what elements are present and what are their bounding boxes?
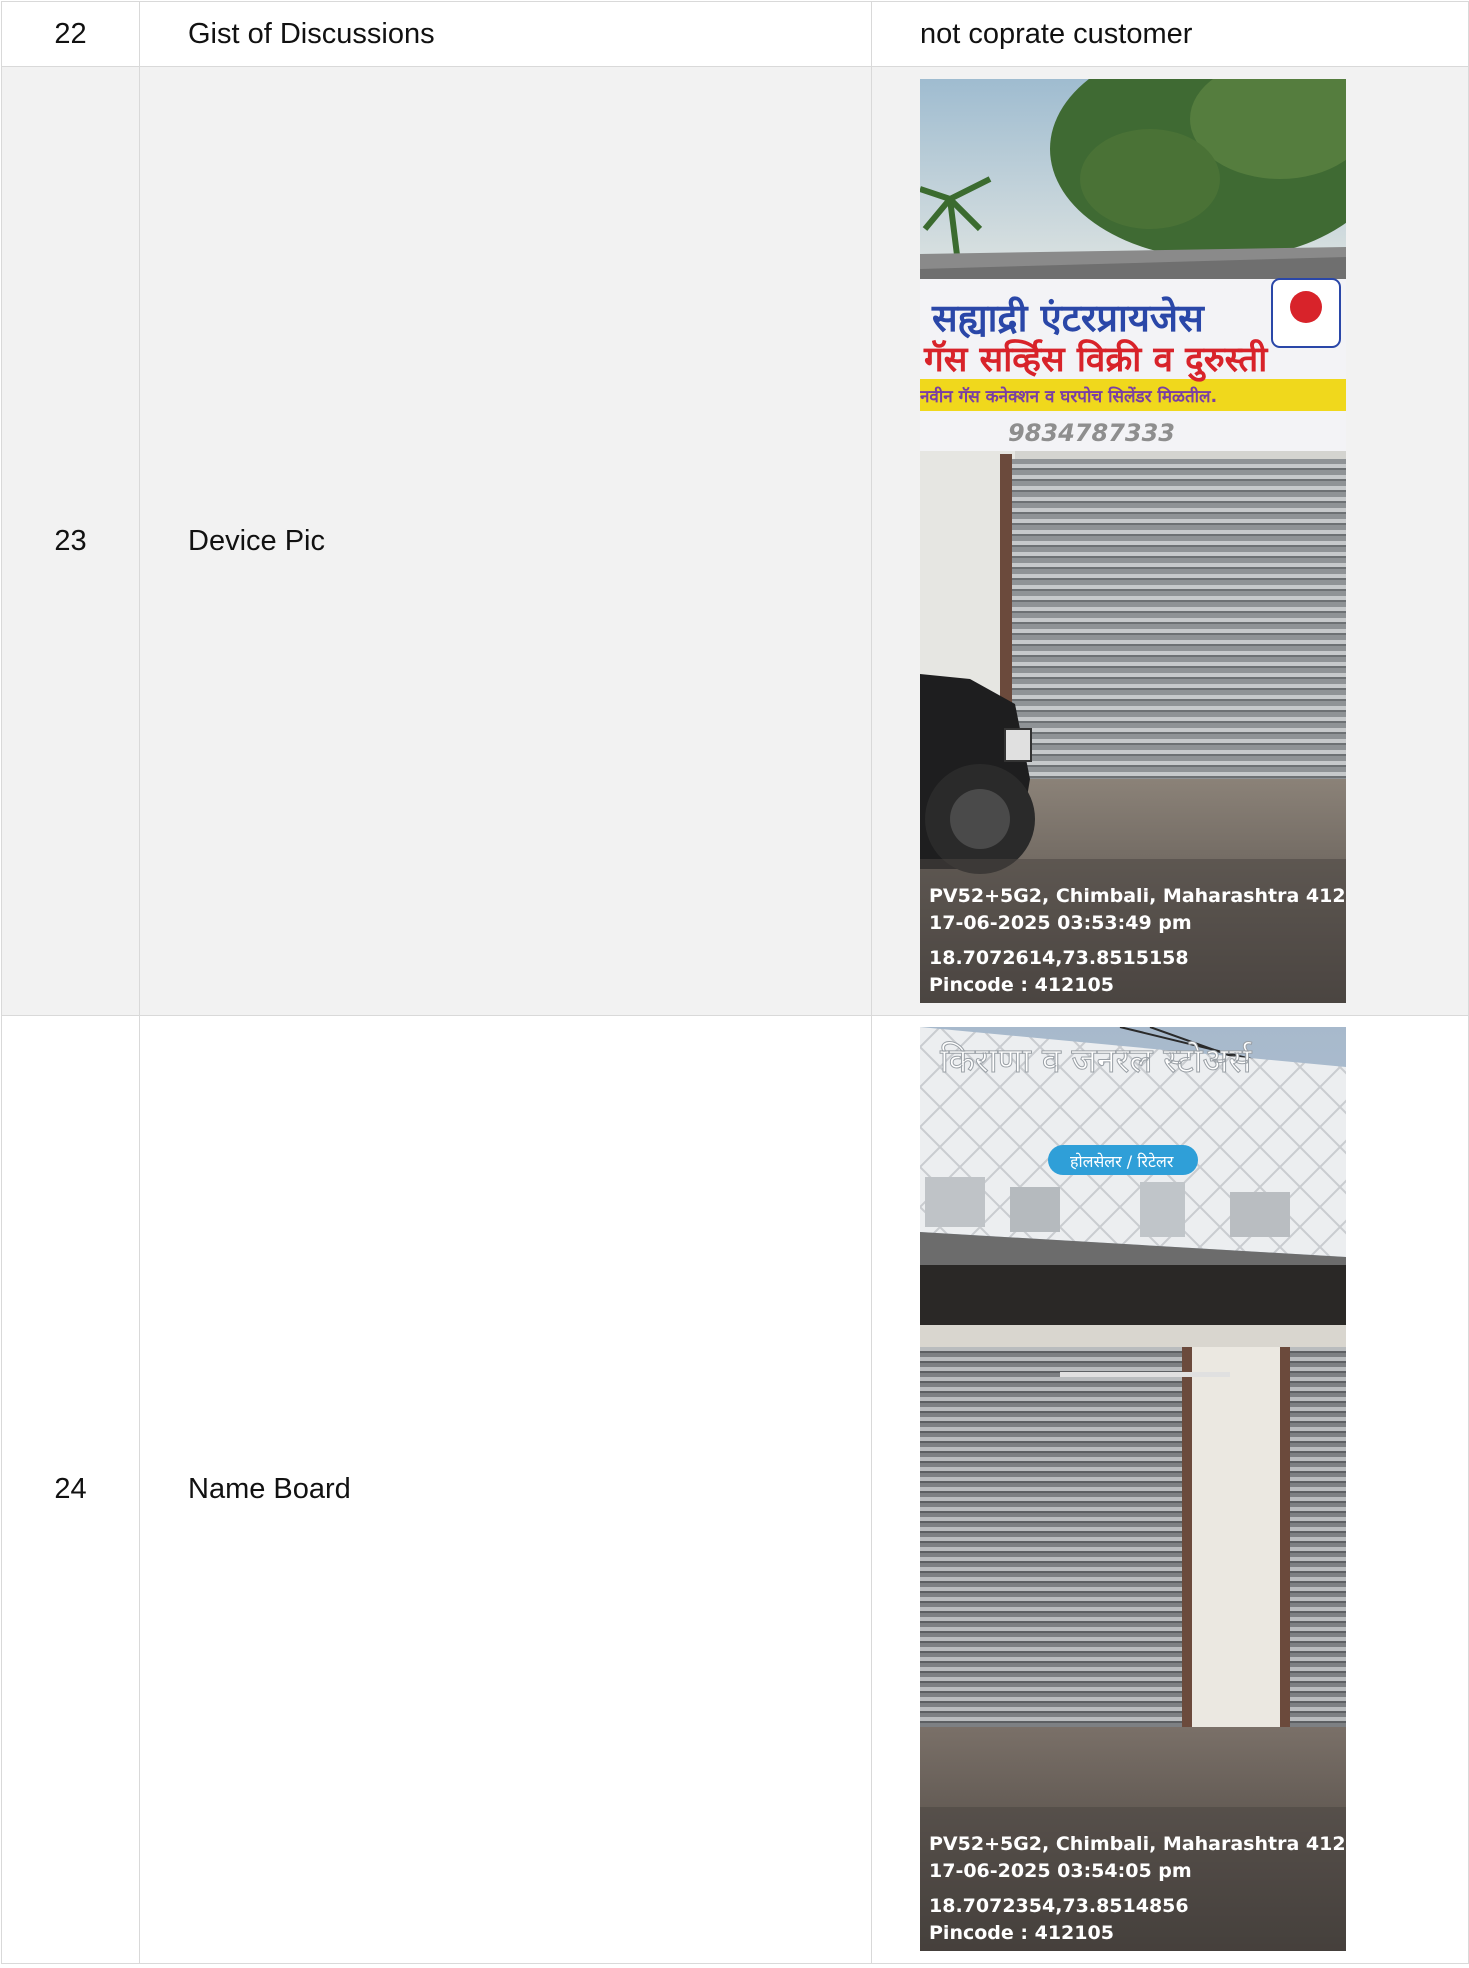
row-label: Gist of Discussions [139, 1, 872, 67]
sign-title: सह्याद्री एंटरप्रायजेस [931, 296, 1205, 340]
geotag-timestamp: 17-06-2025 03:53:49 pm [929, 912, 1192, 934]
details-table: 22 Gist of Discussions not coprate custo… [1, 1, 1469, 1964]
photo-cell: किराणा व जनरल स्टोअर्स होलसेलर / रिटेलर [871, 1015, 1469, 1964]
table-row: 22 Gist of Discussions not coprate custo… [1, 1, 1469, 67]
row-number: 23 [1, 66, 140, 1016]
geotag-timestamp: 17-06-2025 03:54:05 pm [929, 1859, 1192, 1882]
geotag-address: PV52+5G2, Chimbali, Maharashtra 412105, [929, 1832, 1346, 1855]
sign-subtitle: गॅस सर्व्हिस विक्री व दुरुस्ती [923, 339, 1269, 382]
sign-tagline: नवीन गॅस कनेक्शन व घरपोच सिलेंडर मिळतील. [920, 386, 1217, 407]
device-photo: सह्याद्री एंटरप्रायजेस गॅस सर्व्हिस विक्… [920, 79, 1346, 1003]
row-value: not coprate customer [871, 1, 1469, 67]
name-board-photo: किराणा व जनरल स्टोअर्स होलसेलर / रिटेलर [920, 1026, 1346, 1951]
table-row: 24 Name Board किराणा व जनरल स्टोअर्स होल… [1, 1015, 1469, 1964]
name-board-photo-image: किराणा व जनरल स्टोअर्स होलसेलर / रिटेलर [920, 1026, 1346, 1951]
board-badge-text: होलसेलर / रिटेलर [1070, 1152, 1174, 1171]
geotag-overlay: PV52+5G2, Chimbali, Maharashtra 412105, … [920, 1823, 1346, 1951]
geotag-coordinates: 18.7072354,73.8514856 [929, 1894, 1189, 1917]
row-label: Name Board [139, 1015, 872, 1964]
sign-phone: 9834787333 [1008, 419, 1175, 447]
row-label: Device Pic [139, 66, 872, 1016]
row-number: 24 [1, 1015, 140, 1964]
row-number: 22 [1, 1, 140, 67]
geotag-overlay: PV52+5G2, Chimbali, Maharashtra 412105, … [920, 875, 1346, 1003]
table-row: 23 Device Pic सह्याद्री एंटरप्रायजेस गॅस… [1, 66, 1469, 1016]
photo-cell: सह्याद्री एंटरप्रायजेस गॅस सर्व्हिस विक्… [871, 66, 1469, 1016]
device-photo-image: सह्याद्री एंटरप्रायजेस गॅस सर्व्हिस विक्… [920, 79, 1346, 1003]
geotag-pincode: Pincode : 412105 [929, 974, 1114, 996]
geotag-address: PV52+5G2, Chimbali, Maharashtra 412105, [929, 885, 1346, 907]
geotag-pincode: Pincode : 412105 [929, 1921, 1114, 1944]
geotag-coordinates: 18.7072614,73.8515158 [929, 947, 1189, 969]
board-sign-text: किराणा व जनरल स्टोअर्स [940, 1041, 1253, 1081]
